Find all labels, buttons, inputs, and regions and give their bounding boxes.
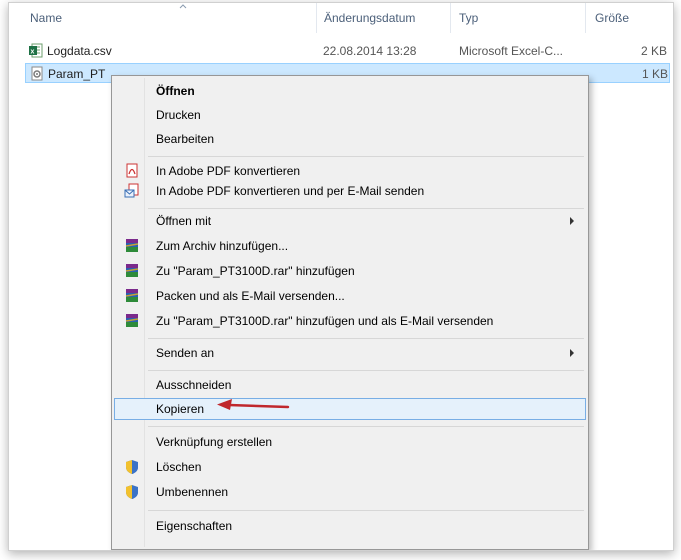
menu-item-create-shortcut[interactable]: Verknüpfung erstellen: [114, 431, 586, 453]
column-date[interactable]: Änderungsdatum: [324, 11, 415, 25]
menu-item-rename[interactable]: Umbenennen: [114, 481, 586, 503]
menu-item-label: Zu "Param_PT3100D.rar" hinzufügen: [156, 264, 355, 278]
menu-item-label: Kopieren: [156, 402, 205, 416]
winrar-icon: [125, 289, 139, 302]
excel-csv-icon: x: [29, 43, 43, 58]
submenu-arrow-icon: [570, 349, 574, 357]
file-name: Param_PT: [48, 67, 106, 81]
sort-chevron-icon: [179, 4, 187, 9]
menu-separator: [148, 156, 584, 157]
menu-item-send-to[interactable]: Senden an: [114, 342, 586, 364]
menu-item-copy[interactable]: Kopieren: [114, 398, 586, 420]
menu-item-open-with[interactable]: Öffnen mit: [114, 210, 586, 232]
menu-item-open[interactable]: Öffnen: [114, 80, 586, 102]
uac-shield-icon: [126, 460, 138, 474]
file-type: Microsoft Excel-C...: [459, 44, 564, 58]
menu-separator: [148, 370, 584, 371]
menu-separator: [148, 338, 584, 339]
winrar-icon: [125, 314, 139, 327]
svg-text:x: x: [31, 49, 35, 56]
file-size: 2 KB: [641, 44, 668, 58]
menu-item-archive-add[interactable]: Zum Archiv hinzufügen...: [114, 235, 586, 257]
column-type[interactable]: Typ: [459, 11, 478, 25]
menu-item-label: Verknüpfung erstellen: [156, 435, 273, 449]
context-menu: Öffnen Drucken Bearbeiten In Adobe PDF k…: [111, 75, 589, 550]
file-date: 22.08.2014 13:28: [323, 44, 417, 58]
column-divider[interactable]: [450, 3, 451, 33]
column-divider[interactable]: [585, 3, 586, 33]
menu-item-label: In Adobe PDF konvertieren: [156, 164, 301, 178]
menu-item-label: Bearbeiten: [156, 132, 215, 146]
uac-shield-icon: [126, 485, 138, 499]
menu-item-delete[interactable]: Löschen: [114, 456, 586, 478]
menu-item-properties[interactable]: Eigenschaften: [114, 515, 586, 537]
adobe-pdf-icon: [126, 163, 138, 178]
menu-item-rar-mail[interactable]: Zu "Param_PT3100D.rar" hinzufügen und al…: [114, 310, 586, 332]
menu-item-label: Drucken: [156, 108, 201, 122]
column-name[interactable]: Name: [30, 11, 62, 25]
menu-separator: [148, 510, 584, 511]
menu-item-label: Öffnen: [156, 84, 195, 98]
file-size: 1 KB: [642, 67, 669, 81]
submenu-arrow-icon: [570, 217, 574, 225]
menu-item-label: Eigenschaften: [156, 519, 233, 533]
menu-item-label: In Adobe PDF konvertieren und per E-Mail…: [156, 184, 425, 198]
menu-item-cut[interactable]: Ausschneiden: [114, 374, 586, 396]
menu-item-label: Zum Archiv hinzufügen...: [156, 239, 289, 253]
menu-item-edit[interactable]: Bearbeiten: [114, 128, 586, 150]
menu-item-label: Löschen: [156, 460, 202, 474]
adobe-pdf-mail-icon: [124, 183, 139, 198]
ini-settings-icon: [31, 66, 43, 81]
winrar-icon: [125, 239, 139, 252]
column-size[interactable]: Größe: [595, 11, 629, 25]
menu-item-pdf-mail[interactable]: In Adobe PDF konvertieren und per E-Mail…: [114, 180, 586, 202]
menu-item-pdf-convert[interactable]: In Adobe PDF konvertieren: [114, 160, 586, 182]
file-row-logdata[interactable]: x Logdata.csv 22.08.2014 13:28 Microsoft…: [25, 41, 670, 61]
annotation-arrow-icon: [217, 399, 290, 410]
menu-item-print[interactable]: Drucken: [114, 104, 586, 126]
column-divider[interactable]: [316, 3, 317, 33]
menu-item-rar-add[interactable]: Zu "Param_PT3100D.rar" hinzufügen: [114, 260, 586, 282]
menu-item-label: Zu "Param_PT3100D.rar" hinzufügen und al…: [156, 314, 494, 328]
file-name: Logdata.csv: [47, 44, 112, 58]
menu-item-pack-mail[interactable]: Packen und als E-Mail versenden...: [114, 285, 586, 307]
menu-item-label: Ausschneiden: [156, 378, 232, 392]
menu-item-label: Senden an: [156, 346, 215, 360]
menu-item-label: Öffnen mit: [156, 214, 212, 228]
column-header: Name Änderungsdatum Typ Größe: [9, 3, 673, 33]
menu-item-label: Packen und als E-Mail versenden...: [156, 289, 345, 303]
menu-separator: [148, 208, 584, 209]
winrar-icon: [125, 264, 139, 277]
explorer-window: Name Änderungsdatum Typ Größe x Logdata.…: [8, 2, 674, 551]
menu-separator: [148, 426, 584, 427]
menu-item-label: Umbenennen: [156, 485, 229, 499]
